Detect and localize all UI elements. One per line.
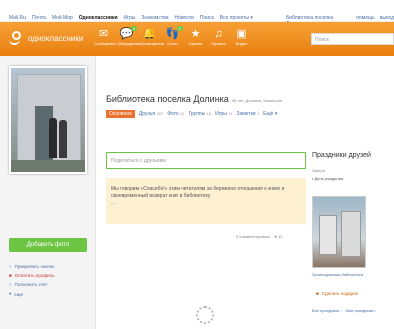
add-photo-button[interactable]: Добавить фото [9, 238, 87, 252]
friend-name[interactable]: Залинодовская библиотека [312, 272, 363, 277]
top-up-link[interactable]: ○ Пополнить счёт [9, 282, 55, 287]
nav-item-label: Музыка [211, 41, 226, 46]
tab-photos[interactable]: Фото 21 [167, 111, 184, 117]
tab-games[interactable]: Игры 11 [215, 111, 232, 117]
status-note: Мы говорим «Спасибо!» этим читателям за … [106, 178, 306, 224]
photo-ground [11, 160, 85, 172]
profile-actions: ○ Прикрепить значок ■ Оплатить профиль ○ По… [9, 264, 55, 301]
nav-item-ratings[interactable]: ★ Оценки [186, 28, 205, 46]
nav-item-label: Оповещения [140, 41, 164, 46]
comment-link[interactable]: 0 Комментировать [236, 234, 270, 239]
make-gift-button[interactable]: ■ Сделать подарок [316, 291, 358, 296]
like-button[interactable]: ♥ 12 [274, 234, 282, 239]
friend-photo-stand [341, 211, 361, 257]
tab-friends[interactable]: Друзья 267 [139, 111, 163, 117]
profile-name: Библиотека поселка Долинка [106, 94, 229, 104]
portal-link-dating[interactable]: Знакомства [141, 15, 168, 21]
profile-location: 45 лет, Долинка, Казахстан [231, 98, 283, 103]
nav-item-label: Сообщения [94, 41, 116, 46]
pay-profile-link[interactable]: ■ Оплатить профиль [9, 273, 55, 278]
portal-link-games[interactable]: Игры [124, 15, 136, 21]
circle-icon: ○ [9, 282, 12, 287]
nav-item-messages[interactable]: ✉ Сообщения [94, 28, 116, 46]
tab-more[interactable]: Ещё ▾ [263, 111, 277, 117]
right-sidebar: Праздники друзей Завтра ▪ День рождения … [310, 56, 394, 329]
portal-link-mymir[interactable]: Мой Мир [52, 15, 73, 21]
tab-groups[interactable]: Группы 18 [189, 111, 212, 117]
friend-photo-stand [319, 215, 337, 255]
search-input[interactable]: Поиск [311, 33, 394, 45]
logo-icon [8, 31, 22, 45]
profile-tabs: Основное Друзья 267 Фото 21 Группы 18 Иг… [106, 110, 277, 118]
status-text: Мы говорим «Спасибо!» этим читателям за … [111, 186, 285, 199]
chevron-down-icon: ▾ [9, 291, 12, 296]
birthday-label: ▪ День рождения [312, 176, 344, 181]
profile-main: Библиотека поселка Долинка 45 лет, Долинк… [96, 56, 306, 329]
star-icon: ★ [190, 28, 201, 40]
status-more[interactable]: ... [111, 200, 115, 206]
cake-icon: ▪ [312, 176, 314, 181]
guests-badge: 2 [176, 26, 183, 31]
my-holidays-link[interactable]: Мои праздники › [346, 308, 376, 313]
video-icon: ▣ [236, 28, 247, 40]
heart-icon: ♥ [274, 234, 277, 239]
nav-items: ✉ Сообщения 💬 2 Обсуждения 🔔 Оповещения … [94, 26, 251, 46]
loading-spinner [196, 306, 214, 324]
more-link[interactable]: ▾ ещё [9, 291, 55, 297]
nav-item-discussions[interactable]: 💬 2 Обсуждения [117, 26, 140, 46]
bell-icon: 🔔 [142, 28, 157, 40]
music-icon: ♫ [214, 28, 223, 40]
nav-item-label: Оценки [188, 41, 203, 46]
photo-person [59, 120, 67, 158]
holidays-when: Завтра [312, 168, 325, 173]
photo-person [49, 118, 57, 158]
discussions-badge: 2 [130, 26, 137, 31]
lock-icon: ■ [9, 273, 12, 278]
portal-link-mail[interactable]: Почта [32, 15, 46, 21]
portal-link-news[interactable]: Новости [175, 15, 194, 21]
holidays-title: Праздники друзей [312, 152, 371, 159]
portal-links: Mail.Ru Почта Мой Мир Одноклассники Игры… [9, 15, 253, 21]
profile-sidebar: Добавить фото ○ Прикрепить значок ■ Оплати… [0, 56, 96, 329]
nav-item-label: Видео [235, 41, 248, 46]
nav-item-guests[interactable]: 👣 2 Гости [163, 26, 183, 46]
all-holidays-link[interactable]: Все праздники › [312, 308, 342, 313]
status-meta: 0 Комментировать ♥ 12 [236, 234, 282, 239]
nav-item-label: Обсуждения [117, 41, 141, 46]
envelope-icon: ✉ [98, 28, 109, 40]
top-portal-bar: Mail.Ru Почта Мой Мир Одноклассники Игры… [0, 0, 394, 27]
site-logo[interactable]: одноклассники [8, 31, 83, 45]
portal-link-all-projects[interactable]: Все проекты ▾ [220, 15, 253, 21]
nav-item-video[interactable]: ▣ Видео [232, 28, 251, 46]
friend-photo[interactable] [312, 196, 366, 268]
holidays-footer: Все праздники › Мои праздники › [312, 308, 376, 313]
nav-item-notifications[interactable]: 🔔 Оповещения [140, 28, 164, 46]
circle-icon: ○ [9, 264, 12, 269]
main-nav-bar: одноклассники ✉ Сообщения 💬 2 Обсуждения… [0, 22, 394, 56]
tab-notes[interactable]: Заметки 1 [236, 111, 259, 117]
portal-link-search[interactable]: Поиск [200, 15, 214, 21]
attach-badge-link[interactable]: ○ Прикрепить значок [9, 264, 55, 269]
logo-text: одноклассники [28, 33, 84, 43]
share-input[interactable]: Поделиться с друзьями [106, 152, 306, 169]
portal-link-odnoklassniki[interactable]: Одноклассники [79, 15, 118, 21]
gift-icon: ■ [316, 291, 319, 296]
nav-item-music[interactable]: ♫ Музыка [209, 28, 228, 46]
portal-link-mailru[interactable]: Mail.Ru [9, 15, 26, 21]
page-title: Библиотека поселка Долинка 45 лет, Долинк… [106, 94, 282, 104]
tab-main[interactable]: Основное [106, 110, 135, 118]
profile-photo[interactable] [9, 66, 87, 174]
nav-item-label: Гости [167, 41, 178, 46]
